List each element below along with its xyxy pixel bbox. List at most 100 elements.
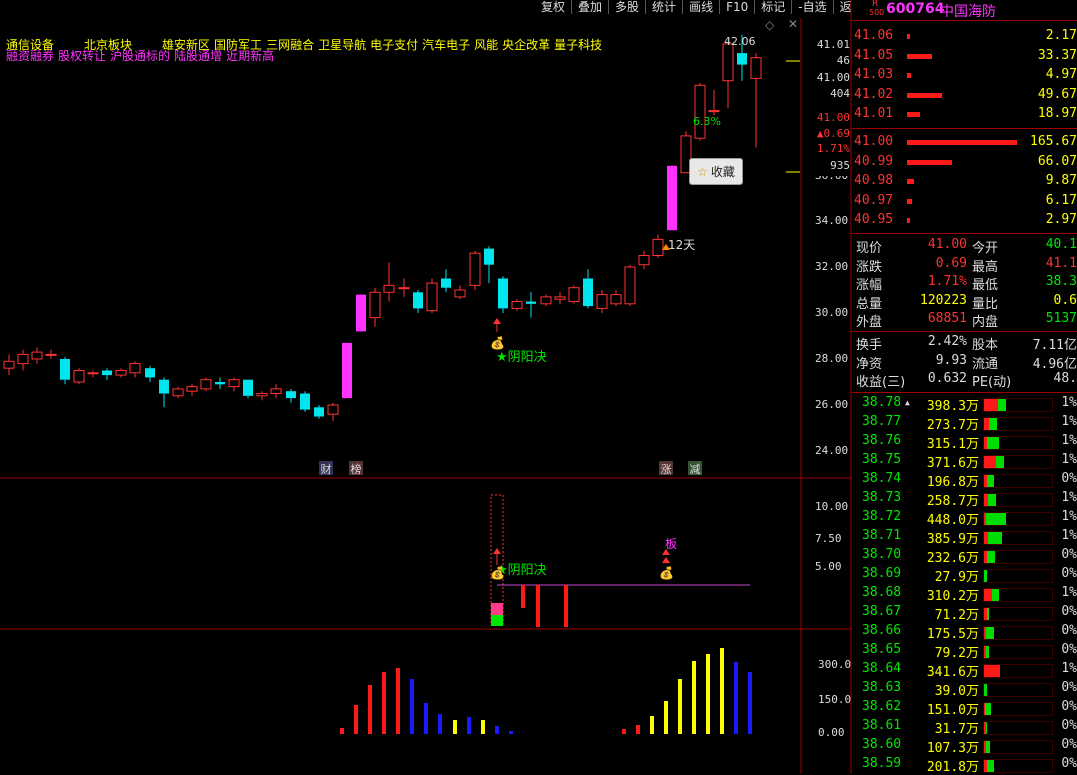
quote-row: 外盘 68851 内盘 5137 [852,311,1077,330]
bids-row[interactable]: 40.98 9.87 [852,173,1077,192]
price-volume-row[interactable]: 38.78 ▲ 398.3万 1% [852,395,1077,414]
price-volume-row[interactable]: 38.69 27.9万 0% [852,566,1077,585]
tick-volume: 201.8万 [926,760,979,775]
price-volume-row[interactable]: 38.64 341.6万 1% [852,661,1077,680]
price-volume-row[interactable]: 38.74 196.8万 0% [852,471,1077,490]
favorite-button[interactable]: ☆ 收藏 [689,158,743,185]
tick-bar-green [987,437,999,449]
asks-row[interactable]: 41.02 49.67 [852,87,1077,106]
event-marker-bang[interactable]: 榜 [349,461,363,476]
asks-row[interactable]: 41.01 18.97 [852,106,1077,125]
menu-item-2[interactable]: 多股 [608,0,645,14]
price-volume-row[interactable]: 38.62 151.0万 0% [852,699,1077,718]
concept-tag[interactable]: 卫星导航 [318,38,366,52]
volume-bar [453,720,457,734]
tick-bar-green [987,551,995,563]
concept-tag[interactable]: 电子支付 [370,38,418,52]
tick-bar-box [983,436,1053,450]
price-volume-row[interactable]: 38.68 310.2万 1% [852,585,1077,604]
asks-price: 41.03 [854,67,894,82]
price-volume-row[interactable]: 38.76 315.1万 1% [852,433,1077,452]
concept-tag[interactable]: 股权转让 [58,49,106,63]
candle-body [256,393,268,397]
price-volume-row[interactable]: 38.71 385.9万 1% [852,528,1077,547]
price-volume-row[interactable]: 38.75 371.6万 1% [852,452,1077,471]
candle-body [314,407,324,417]
asks-row[interactable]: 41.06 2.17 [852,28,1077,47]
menu-item-0[interactable]: 复权 [535,0,571,14]
volume-bar [748,672,752,734]
concept-tag[interactable]: 沪股通标的 [110,49,170,63]
event-marker-zhang[interactable]: 涨 [659,461,673,476]
concept-tag[interactable]: 汽车电子 [422,38,470,52]
menu-item-3[interactable]: 统计 [645,0,682,14]
tick-volume: 341.6万 [926,665,979,680]
price-volume-row[interactable]: 38.65 79.2万 0% [852,642,1077,661]
price-volume-row[interactable]: 38.72 448.0万 1% [852,509,1077,528]
tick-bar-box [983,683,1053,697]
tick-bar-box [983,512,1053,526]
menu-item-6[interactable]: 标记 [754,0,791,14]
price-volume-row[interactable]: 38.73 258.7万 1% [852,490,1077,509]
event-marker-cai[interactable]: 财 [319,461,333,476]
volume-bar [467,717,471,734]
diamond-icon[interactable]: ◇ [765,18,774,32]
bids-row[interactable]: 40.99 66.07 [852,154,1077,173]
tick-volume: 315.1万 [926,437,979,452]
tick-pct: 1% [1061,433,1077,448]
quote-label: 最高 [972,259,999,275]
price-volume-row[interactable]: 38.66 175.5万 0% [852,623,1077,642]
bids-volume: 66.07 [1037,153,1077,169]
tick-bar-box [983,474,1053,488]
tick-bar-green [986,627,994,639]
price-volume-row[interactable]: 38.60 107.3万 0% [852,737,1077,756]
volume-bars [340,648,752,734]
menu-item-1[interactable]: 叠加 [571,0,608,14]
candle-body [243,379,253,396]
volume-bar [438,714,442,734]
candle-body [286,391,296,399]
tick-bar-box [983,531,1053,545]
fund-row: 收益(三) 0.632 PE(动) 48. [852,371,1077,390]
price-volume-row[interactable]: 38.70 232.6万 0% [852,547,1077,566]
quote-row: 现价 41.00 今开 40.1 [852,237,1077,256]
asks-row[interactable]: 41.05 33.37 [852,48,1077,67]
quote-label: 最低 [972,278,999,294]
close-icon[interactable]: ✕ [788,17,798,31]
concept-tag[interactable]: 陆股通增 [174,49,222,63]
price-volume-row[interactable]: 38.59 201.8万 0% [852,756,1077,775]
price-volume-row[interactable]: 38.63 39.0万 0% [852,680,1077,699]
indicator-axis-label: 7.50 [815,532,842,545]
volume-bar [481,720,485,734]
tick-price: 38.64 [862,661,902,676]
price-volume-row[interactable]: 38.61 31.7万 0% [852,718,1077,737]
asks-volume-bar [907,53,932,59]
price-volume-row[interactable]: 38.67 71.2万 0% [852,604,1077,623]
candles [3,34,800,422]
bids-row[interactable]: 40.95 2.97 [852,212,1077,231]
candle-body [228,379,240,388]
tick-volume: 31.7万 [934,722,979,737]
price-volume-row[interactable]: 38.77 273.7万 1% [852,414,1077,433]
tick-bar-green [996,456,1004,468]
candle-body [3,360,15,369]
asks-price: 41.01 [854,106,894,121]
concept-tag[interactable]: 量子科技 [554,38,602,52]
kline-chart[interactable] [0,0,852,774]
menu-item-7[interactable]: -自选 [791,0,832,14]
current-price-box-label: 41.00 [816,71,850,84]
bids-row[interactable]: 41.00 165.67 [852,134,1077,153]
concept-tag[interactable]: 风能 [474,38,498,52]
volume-bar [622,729,626,734]
menu-item-4[interactable]: 画线 [682,0,719,14]
candle-body [568,287,580,303]
event-marker-jian[interactable]: 减 [688,461,702,476]
menu-item-5[interactable]: F10 [719,0,754,14]
bids-row[interactable]: 40.97 6.17 [852,193,1077,212]
concept-tag[interactable]: 融资融券 [6,49,54,63]
bids-volume-bar [907,159,952,165]
asks-row[interactable]: 41.03 4.97 [852,67,1077,86]
concept-tag[interactable]: 央企改革 [502,38,550,52]
tick-pct: 1% [1061,509,1077,524]
concept-tag[interactable]: 近期新高 [226,49,274,63]
